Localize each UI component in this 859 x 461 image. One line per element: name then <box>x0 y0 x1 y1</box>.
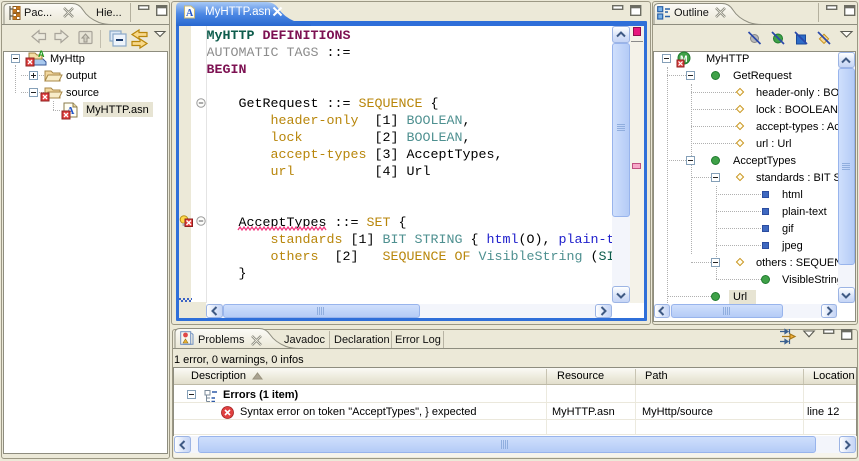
svg-text:A: A <box>186 8 194 19</box>
svg-text:A: A <box>38 50 45 59</box>
